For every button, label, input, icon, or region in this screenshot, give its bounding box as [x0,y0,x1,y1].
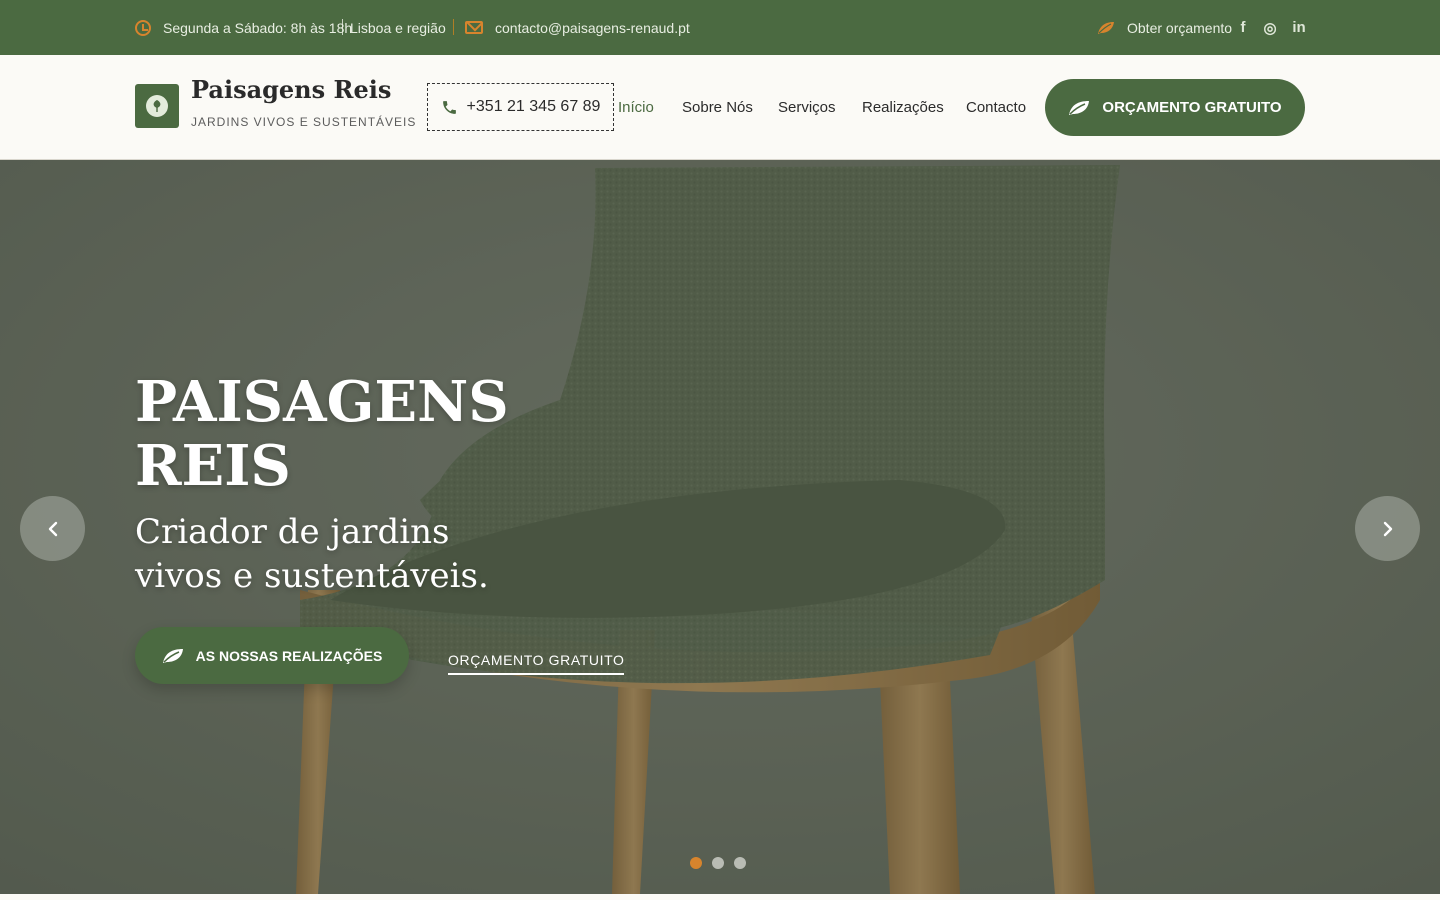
hero-title-line-1: PAISAGENS [135,369,509,435]
hero-subtitle: Criador de jardins vivos e sustentáveis. [135,510,489,598]
phone-button[interactable]: +351 21 345 67 89 [427,83,614,131]
clock-icon [135,19,151,36]
brand-tagline: JARDINS VIVOS E SUSTENTÁVEIS [191,115,417,129]
leaf-icon [1069,100,1090,115]
quote-link-label[interactable]: Obter orçamento [1127,20,1232,36]
slider-prev-button[interactable] [20,496,85,561]
service-region: Lisboa e região [350,0,446,55]
page-bottom-strip [0,894,1440,900]
opening-hours: Segunda a Sábado: 8h às 18h [135,0,352,55]
leaf-icon [162,648,183,663]
instagram-icon[interactable]: ◎ [1259,0,1281,55]
slider-next-button[interactable] [1355,496,1420,561]
mail-icon [465,21,483,34]
hero-slider: PAISAGENS REIS Criador de jardins vivos … [0,160,1440,894]
slider-dot-2[interactable] [712,857,724,869]
slider-dots [690,857,746,869]
linkedin-icon[interactable]: in [1288,0,1310,55]
phone-number: +351 21 345 67 89 [466,98,601,115]
leaf-icon [1098,21,1114,34]
hero-subtitle-line-2: vivos e sustentáveis. [135,556,489,596]
facebook-icon[interactable]: f [1232,0,1254,55]
email-link[interactable]: contacto@paisagens-renaud.pt [465,0,690,55]
quote-link[interactable]: Obter orçamento [1097,0,1232,55]
slider-dot-3[interactable] [734,857,746,869]
nav-item-contacto[interactable]: Contacto [966,55,1026,160]
chevron-right-icon [1383,521,1392,536]
region-text: Lisboa e região [350,19,446,36]
free-quote-button[interactable]: ORÇAMENTO GRATUITO [1045,79,1305,136]
hero-free-quote-link[interactable]: ORÇAMENTO GRATUITO [448,652,625,675]
email-text[interactable]: contacto@paisagens-renaud.pt [495,20,690,36]
nav-item-sobre-nos[interactable]: Sobre Nós [682,55,753,160]
our-projects-button[interactable]: AS NOSSAS REALIZAÇÕES [135,627,409,684]
hero-title: PAISAGENS REIS [135,370,509,498]
hero-title-line-2: REIS [135,433,291,499]
hero-subtitle-line-1: Criador de jardins [135,512,450,552]
divider [342,19,343,35]
nav-item-servicos[interactable]: Serviços [778,55,836,160]
tree-icon [146,95,168,117]
chevron-left-icon [48,521,57,536]
our-projects-label[interactable]: AS NOSSAS REALIZAÇÕES [196,648,383,664]
nav-item-inicio[interactable]: Início [618,55,654,160]
phone-icon [442,100,456,114]
logo-icon[interactable] [135,84,179,128]
free-quote-label[interactable]: ORÇAMENTO GRATUITO [1102,99,1281,116]
hours-text: Segunda a Sábado: 8h às 18h [163,19,353,36]
nav-item-realizacoes[interactable]: Realizações [862,55,944,160]
brand-name[interactable]: Paisagens Reis [191,75,391,104]
top-bar: Segunda a Sábado: 8h às 18h Lisboa e reg… [0,0,1440,55]
divider [453,19,454,35]
site-header: Paisagens Reis JARDINS VIVOS E SUSTENTÁV… [0,55,1440,160]
slider-dot-1[interactable] [690,857,702,869]
